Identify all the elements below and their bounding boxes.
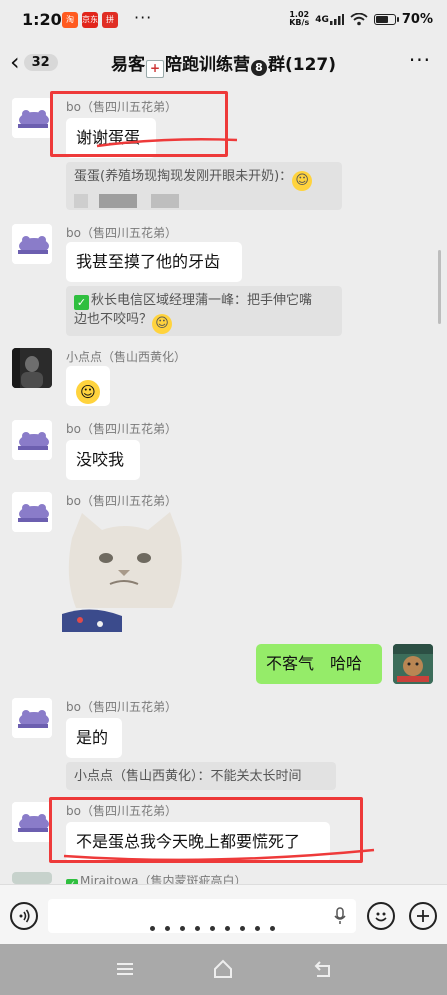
avatar-bo[interactable] bbox=[12, 698, 52, 738]
grin-emoji-icon: ☺ bbox=[152, 314, 173, 334]
system-navigation-bar bbox=[0, 944, 447, 995]
avatar-miraitowa[interactable] bbox=[12, 872, 52, 884]
taobao-icon: 淘 bbox=[62, 12, 78, 28]
circled-number: 8 bbox=[250, 60, 267, 76]
network-speed-unit: KB/s bbox=[289, 18, 310, 27]
sender-name: bo（售四川五花弟） bbox=[66, 494, 177, 508]
status-app-icons: 淘 京东 拼 bbox=[62, 12, 118, 28]
chat-title-part1: 易客 bbox=[110, 55, 145, 75]
sender-name: bo（售四川五花弟） bbox=[66, 422, 177, 436]
sender-name: ✓Miraitowa（售内蒙斑疵高白） bbox=[66, 872, 247, 884]
status-more-icon: ··· bbox=[134, 8, 153, 27]
signal-type: 4G bbox=[315, 14, 329, 25]
page-indicator-dots bbox=[150, 926, 275, 931]
pdd-icon: 拼 bbox=[102, 12, 118, 28]
emoji-message-bubble[interactable]: ☺ bbox=[66, 366, 110, 406]
cat-sticker-image[interactable] bbox=[62, 508, 186, 632]
menu-icon[interactable] bbox=[114, 958, 136, 980]
status-bar: 1:20 淘 京东 拼 ··· 1.02 KB/s 4G 70% bbox=[0, 0, 447, 40]
voice-button[interactable] bbox=[10, 902, 38, 930]
chat-title-part2: 陪跑训练营 bbox=[164, 55, 250, 75]
avatar-bo[interactable] bbox=[12, 98, 52, 138]
battery-fill bbox=[375, 15, 388, 23]
quoted-text: 蛋蛋(养殖场现掏现发刚开眼未开奶)： bbox=[74, 169, 293, 184]
chat-input-bar bbox=[0, 884, 447, 945]
avatar-bo[interactable] bbox=[12, 420, 52, 460]
scrollbar[interactable] bbox=[438, 250, 441, 324]
avatar-xiaodiandian[interactable] bbox=[12, 348, 52, 388]
plus-icon bbox=[417, 910, 429, 922]
chat-title-part3: 群(127) bbox=[267, 55, 337, 75]
quoted-text: 边也不咬吗？ bbox=[74, 312, 153, 327]
quoted-message[interactable]: 小点点（售山西黄化）：不能关太长时间 bbox=[66, 762, 336, 790]
mic-icon[interactable] bbox=[334, 907, 346, 925]
red-underline-mark bbox=[96, 138, 238, 148]
avatar-bo[interactable] bbox=[12, 492, 52, 532]
red-underline-mark bbox=[63, 848, 375, 862]
sender-name-text: Miraitowa（售内蒙斑疵高白） bbox=[80, 874, 247, 884]
page-dot bbox=[225, 926, 230, 931]
sender-name: bo（售四川五花弟） bbox=[66, 804, 177, 818]
chat-title: 易客 + 陪跑训练营 8 群(127) bbox=[0, 50, 447, 78]
sender-name: bo（售四川五花弟） bbox=[66, 700, 177, 714]
network-speed: 1.02 KB/s bbox=[289, 11, 309, 27]
page-dot bbox=[180, 926, 185, 931]
sender-name: 小点点（售山西黄化） bbox=[66, 350, 187, 364]
page-dot bbox=[270, 926, 275, 931]
page-dot bbox=[150, 926, 155, 931]
avatar-self[interactable] bbox=[393, 644, 433, 684]
emoji-icon bbox=[375, 912, 387, 922]
quoted-text: 秋长电信区域经理蒲一峰：把手伸它嘴 bbox=[91, 293, 313, 308]
page-dot bbox=[210, 926, 215, 931]
avatar-bo[interactable] bbox=[12, 224, 52, 264]
chat-header: ‹ 32 易客 + 陪跑训练营 8 群(127) ··· bbox=[0, 40, 447, 84]
page-dot bbox=[165, 926, 170, 931]
grin-emoji-icon: ☺ bbox=[292, 171, 313, 191]
battery-icon bbox=[373, 13, 399, 25]
message-bubble[interactable]: 我甚至摸了他的牙齿 bbox=[66, 242, 242, 282]
sender-name: bo（售四川五花弟） bbox=[66, 226, 177, 240]
message-bubble[interactable]: 没咬我 bbox=[66, 440, 140, 480]
quoted-message[interactable]: 蛋蛋(养殖场现掏现发刚开眼未开奶)： ☺ bbox=[66, 162, 342, 210]
signal-icon: 4G bbox=[315, 13, 344, 25]
grin-emoji-icon: ☺ bbox=[76, 380, 100, 404]
jd-icon: 京东 bbox=[82, 12, 98, 28]
emoji-button[interactable] bbox=[367, 902, 395, 930]
quoted-message[interactable]: ✓ 秋长电信区域经理蒲一峰：把手伸它嘴 边也不咬吗？ ☺ bbox=[66, 286, 342, 336]
my-message-bubble[interactable]: 不客气 哈哈 bbox=[256, 644, 382, 684]
check-emoji-icon: ✓ bbox=[74, 295, 89, 310]
status-time: 1:20 bbox=[22, 10, 62, 29]
page-dot bbox=[240, 926, 245, 931]
voice-icon bbox=[19, 909, 30, 923]
signal-bars-icon bbox=[329, 13, 344, 25]
message-bubble[interactable]: 是的 bbox=[66, 718, 122, 758]
home-icon[interactable] bbox=[212, 958, 234, 980]
page-dot bbox=[255, 926, 260, 931]
back-nav-icon[interactable] bbox=[312, 958, 334, 980]
hospital-emoji-icon: + bbox=[145, 60, 164, 78]
battery-text: 70% bbox=[401, 11, 433, 27]
status-right: 1.02 KB/s 4G 70% bbox=[289, 11, 433, 27]
wifi-icon bbox=[350, 12, 368, 25]
quoted-image-thumb bbox=[74, 194, 214, 208]
avatar-bo[interactable] bbox=[12, 802, 52, 842]
page-dot bbox=[195, 926, 200, 931]
add-button[interactable] bbox=[409, 902, 437, 930]
sender-name: bo（售四川五花弟） bbox=[66, 100, 177, 114]
more-menu-button[interactable]: ··· bbox=[409, 48, 431, 72]
